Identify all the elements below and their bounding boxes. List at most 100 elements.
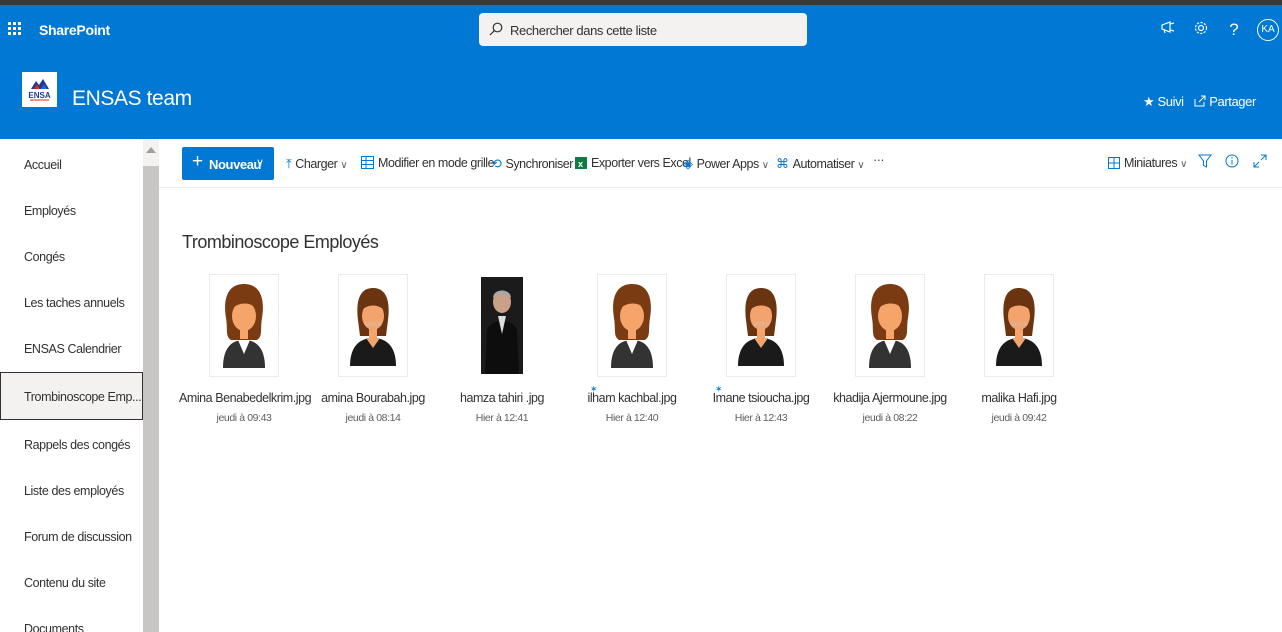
filter-icon[interactable] <box>1198 154 1212 171</box>
nav-item-liste-employes[interactable]: Liste des employés <box>0 467 143 515</box>
library-title: Trombinoscope Employés <box>182 232 379 252</box>
search-box[interactable]: Rechercher dans cette liste <box>479 13 807 46</box>
file-name[interactable]: ilham kachbal.jpg <box>567 391 697 405</box>
nav-item-documents[interactable]: Documents <box>0 605 143 632</box>
view-switcher-button[interactable]: Miniatures ∨ <box>1108 156 1187 170</box>
nav-item-rappels-conges[interactable]: Rappels des congés <box>0 421 143 469</box>
help-icon[interactable]: ? <box>1224 20 1244 40</box>
file-modified-date: jeudi à 09:42 <box>991 412 1047 424</box>
site-logo[interactable]: ENSA <box>22 72 57 107</box>
nav-item-employes[interactable]: Employés <box>0 187 143 235</box>
command-bar: + Nouveau ∨ ⤒ Charger ∨ Modifier en mode g… <box>159 139 1282 188</box>
file-thumbnail[interactable] <box>209 274 279 377</box>
nav-item-calendrier[interactable]: ENSAS Calendrier <box>0 325 143 373</box>
svg-text:x: x <box>578 159 583 169</box>
file-modified-date: jeudi à 08:22 <box>862 412 918 424</box>
edit-grid-label: Modifier en mode grille <box>378 156 495 170</box>
suite-bar: SharePoint Rechercher dans cette liste ?… <box>0 5 1282 56</box>
share-icon <box>1194 95 1206 107</box>
share-button[interactable]: Partager <box>1194 94 1256 109</box>
sync-label: Synchroniser <box>505 157 574 171</box>
file-thumbnail[interactable] <box>467 274 537 377</box>
flow-icon: ⌘ <box>776 156 789 171</box>
new-button[interactable]: + Nouveau ∨ <box>182 147 274 180</box>
file-modified-date: jeudi à 08:14 <box>345 412 401 424</box>
new-button-label: Nouveau <box>209 157 262 172</box>
nav-item-forum[interactable]: Forum de discussion <box>0 513 143 561</box>
file-modified-date: jeudi à 09:43 <box>216 412 272 424</box>
share-label: Partager <box>1209 94 1256 109</box>
left-navigation: Accueil Employés Congés Les taches annue… <box>0 139 143 632</box>
svg-text:stock: stock <box>753 321 770 328</box>
chevron-down-icon: ∨ <box>1180 159 1188 170</box>
app-launcher-icon[interactable] <box>8 22 22 36</box>
file-name[interactable]: Amina Benabedelkrim.jpg <box>179 391 312 405</box>
nav-item-contenu-site[interactable]: Contenu du site <box>0 559 143 607</box>
search-icon <box>489 22 503 36</box>
upload-icon: ⤒ <box>286 156 292 171</box>
svg-text:stock: stock <box>1011 321 1028 328</box>
file-tile[interactable]: khadija Ajermoune.jpg jeudi à 08:22 <box>825 274 955 434</box>
chevron-down-icon: ∨ <box>761 160 769 171</box>
view-label: Miniatures <box>1124 156 1178 170</box>
file-thumbnail[interactable] <box>597 274 667 377</box>
file-name[interactable]: Imane tsioucha.jpg <box>696 391 826 405</box>
file-tile[interactable]: stock ✶ Imane tsioucha.jpg Hier à 12:43 <box>696 274 826 434</box>
file-modified-date: Hier à 12:40 <box>605 412 659 424</box>
site-title[interactable]: ENSAS team <box>72 87 192 111</box>
chevron-down-icon: ∨ <box>340 160 348 171</box>
automate-button[interactable]: ⌘ Automatiser ∨ <box>776 156 865 172</box>
automate-label: Automatiser <box>792 157 855 171</box>
file-thumbnail[interactable] <box>855 274 925 377</box>
file-thumbnail[interactable]: stock <box>984 274 1054 377</box>
file-tile[interactable]: ✶ ilham kachbal.jpg Hier à 12:40 <box>567 274 697 434</box>
star-icon: ★ <box>1143 94 1155 109</box>
more-commands-button[interactable]: ··· <box>873 153 885 167</box>
info-icon[interactable] <box>1225 154 1239 171</box>
megaphone-icon[interactable] <box>1158 20 1178 40</box>
grid-icon <box>361 156 374 169</box>
upload-button[interactable]: ⤒ Charger ∨ <box>286 156 348 172</box>
sync-button[interactable]: ⟲ Synchroniser <box>491 156 573 172</box>
file-tile[interactable]: Amina Benabedelkrim.jpg jeudi à 09:43 <box>179 274 312 434</box>
file-name[interactable]: hamza tahiri .jpg <box>437 391 567 405</box>
power-apps-label: Power Apps <box>696 157 760 171</box>
plus-icon: + <box>192 151 204 172</box>
app-name[interactable]: SharePoint <box>39 22 110 38</box>
user-avatar[interactable]: KA <box>1257 19 1279 41</box>
power-apps-button[interactable]: ◈ Power Apps ∨ <box>683 156 769 172</box>
export-excel-button[interactable]: x Exporter vers Excel <box>575 156 691 170</box>
power-apps-icon: ◈ <box>683 156 693 171</box>
file-name[interactable]: khadija Ajermoune.jpg <box>825 391 955 405</box>
file-thumbnail[interactable]: stock <box>338 274 408 377</box>
excel-icon: x <box>575 157 587 169</box>
sync-icon: ⟲ <box>491 156 502 171</box>
file-tile[interactable]: stock malika Hafi.jpg jeudi à 09:42 <box>954 274 1084 434</box>
follow-button[interactable]: ★ Suivi <box>1143 94 1184 110</box>
file-name[interactable]: amina Bourabah.jpg <box>308 391 438 405</box>
nav-item-conges[interactable]: Congés <box>0 233 143 281</box>
nav-item-taches-annuels[interactable]: Les taches annuels <box>0 279 143 327</box>
file-tile[interactable]: stock amina Bourabah.jpg jeudi à 08:14 <box>308 274 438 434</box>
svg-text:ENSA: ENSA <box>28 91 50 100</box>
nav-item-trombinoscope[interactable]: Trombinoscope Emp... <box>0 372 143 420</box>
chevron-down-icon: ∨ <box>256 157 265 169</box>
file-tile[interactable]: hamza tahiri .jpg Hier à 12:41 <box>437 274 567 434</box>
site-header: ENSA ENSAS team ★ Suivi Partager <box>0 56 1282 139</box>
search-input[interactable]: Rechercher dans cette liste <box>510 23 657 38</box>
file-name[interactable]: malika Hafi.jpg <box>954 391 1084 405</box>
fullscreen-icon[interactable] <box>1253 154 1267 171</box>
upload-label: Charger <box>295 157 338 171</box>
scroll-up-arrow-icon[interactable] <box>146 147 156 153</box>
edit-grid-button[interactable]: Modifier en mode grille <box>361 156 495 170</box>
follow-label: Suivi <box>1157 94 1184 109</box>
chevron-down-icon: ∨ <box>857 160 865 171</box>
file-thumbnail[interactable]: stock <box>726 274 796 377</box>
file-modified-date: Hier à 12:41 <box>475 412 529 424</box>
settings-gear-icon[interactable] <box>1191 20 1211 40</box>
nav-scrollbar-thumb[interactable] <box>143 166 159 632</box>
svg-text:stock: stock <box>365 321 382 328</box>
nav-item-accueil[interactable]: Accueil <box>0 141 143 189</box>
export-excel-label: Exporter vers Excel <box>591 156 691 170</box>
file-modified-date: Hier à 12:43 <box>734 412 788 424</box>
